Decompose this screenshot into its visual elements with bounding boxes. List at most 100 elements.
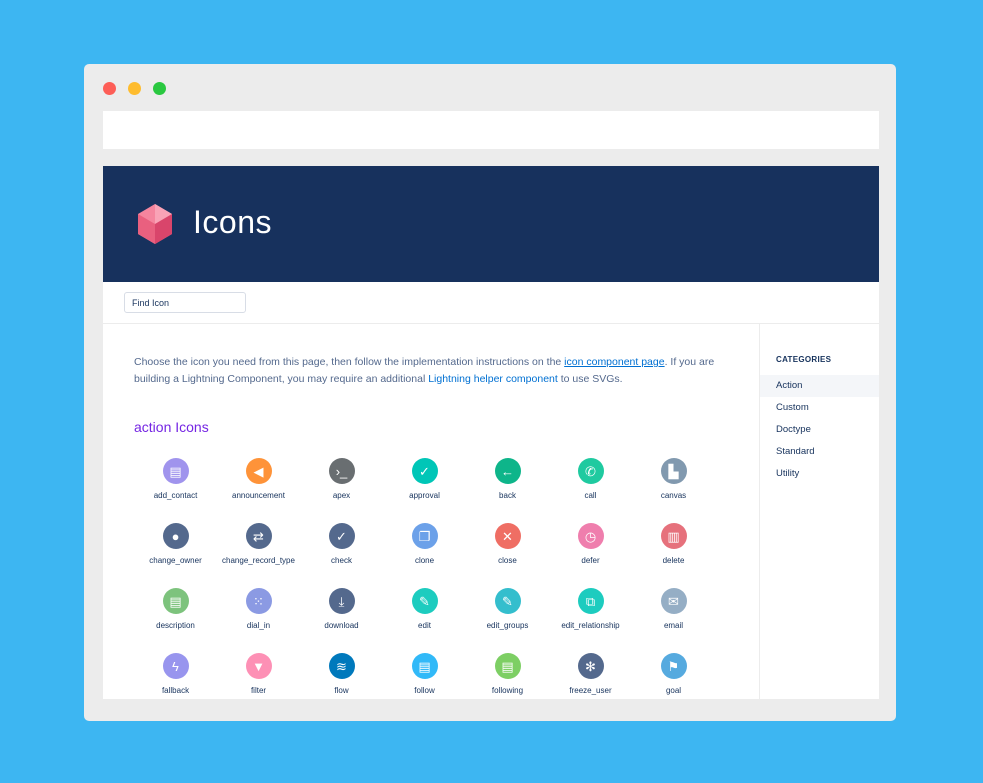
icon-label: canvas [660, 491, 687, 500]
call-icon: ✆ [577, 458, 604, 484]
category-custom[interactable]: Custom [760, 397, 879, 419]
icon-label: change_record_type [222, 556, 295, 565]
icon-label: check [331, 556, 352, 565]
section-title: action Icons [134, 419, 209, 435]
change-owner-icon: ● [162, 523, 189, 549]
page: Icons Choose the icon you need from this… [103, 166, 879, 699]
back-icon: ← [494, 458, 521, 484]
icon-tile-close[interactable]: ✕ close [466, 523, 549, 576]
clone-icon: ❐ [411, 523, 438, 549]
intro-text-before: Choose the icon you need from this page,… [134, 356, 565, 368]
check-icon: ✓ [328, 523, 355, 549]
icon-tile-freeze-user[interactable]: ✻ freeze_user [549, 653, 632, 699]
icon-label: fallback [161, 686, 190, 695]
intro-text-after: to use SVGs. [557, 373, 623, 385]
description-icon: ▤ [162, 588, 189, 614]
icon-tile-filter[interactable]: ▼ filter [217, 653, 300, 699]
icon-tile-email[interactable]: ✉ email [632, 588, 715, 641]
goal-icon: ⚑ [660, 653, 687, 679]
minimize-window-button[interactable] [128, 82, 141, 95]
category-doctype[interactable]: Doctype [760, 419, 879, 441]
edit-groups-icon: ✎ [494, 588, 521, 614]
intro-paragraph: Choose the icon you need from this page,… [134, 354, 734, 388]
icon-tile-check[interactable]: ✓ check [300, 523, 383, 576]
icon-label: call [584, 491, 597, 500]
icon-tile-defer[interactable]: ◷ defer [549, 523, 632, 576]
icon-tile-delete[interactable]: ▥ delete [632, 523, 715, 576]
icon-tile-clone[interactable]: ❐ clone [383, 523, 466, 576]
icon-label: follow [414, 686, 435, 695]
announcement-icon: ◀ [245, 458, 272, 484]
icon-tile-following[interactable]: ▤ following [466, 653, 549, 699]
icon-tile-edit-groups[interactable]: ✎ edit_groups [466, 588, 549, 641]
edit-icon: ✎ [411, 588, 438, 614]
icon-tile-call[interactable]: ✆ call [549, 458, 632, 511]
icon-grid: ▤ add_contact ◀ announcement ›_ apex ✓ approval… [134, 458, 714, 699]
maximize-window-button[interactable] [153, 82, 166, 95]
categories-list: Action Custom Doctype Standard Utility [760, 375, 879, 485]
category-standard[interactable]: Standard [760, 441, 879, 463]
icon-label: apex [332, 491, 351, 500]
categories-heading: CATEGORIES [776, 355, 832, 364]
following-icon: ▤ [494, 653, 521, 679]
icon-label: edit [418, 621, 431, 630]
canvas-icon: ▙ [660, 458, 687, 484]
icon-tile-download[interactable]: ⤓ download [300, 588, 383, 641]
change-record-type-icon: ⇄ [245, 523, 272, 549]
icon-label: following [491, 686, 524, 695]
lightning-design-logo-icon [138, 204, 172, 244]
delete-icon: ▥ [660, 523, 687, 549]
icon-tile-change-record-type[interactable]: ⇄ change_record_type [217, 523, 300, 576]
icon-tile-edit-relationship[interactable]: ⧉ edit_relationship [549, 588, 632, 641]
category-utility[interactable]: Utility [760, 463, 879, 485]
defer-icon: ◷ [577, 523, 604, 549]
lightning-helper-component-link[interactable]: Lightning helper component [428, 373, 558, 385]
find-icon-input[interactable] [124, 292, 246, 313]
filter-icon: ▼ [245, 653, 272, 679]
icon-component-page-link[interactable]: icon component page [564, 356, 664, 368]
icon-label: change_owner [149, 556, 202, 565]
icon-label: add_contact [153, 491, 198, 500]
window-controls [103, 82, 166, 95]
page-header: Icons [103, 166, 879, 282]
apex-icon: ›_ [328, 458, 355, 484]
icon-tile-follow[interactable]: ▤ follow [383, 653, 466, 699]
add-contact-icon: ▤ [162, 458, 189, 484]
icon-label: goal [665, 686, 682, 695]
icon-label: download [324, 621, 359, 630]
icon-label: edit_groups [486, 621, 529, 630]
main-content: Choose the icon you need from this page,… [103, 324, 759, 699]
download-icon: ⤓ [328, 588, 355, 614]
icon-label: description [156, 621, 195, 630]
icon-tile-edit[interactable]: ✎ edit [383, 588, 466, 641]
icon-label: delete [662, 556, 685, 565]
icon-label: flow [334, 686, 349, 695]
close-window-button[interactable] [103, 82, 116, 95]
icon-tile-dial-in[interactable]: ⁙ dial_in [217, 588, 300, 641]
icon-label: freeze_user [569, 686, 612, 695]
icon-tile-canvas[interactable]: ▙ canvas [632, 458, 715, 511]
email-icon: ✉ [660, 588, 687, 614]
category-action[interactable]: Action [760, 375, 879, 397]
icon-label: email [663, 621, 684, 630]
categories-sidebar: CATEGORIES Action Custom Doctype Standard Ut… [759, 324, 879, 699]
icon-tile-fallback[interactable]: ϟ fallback [134, 653, 217, 699]
icon-label: filter [250, 686, 267, 695]
page-title: Icons [193, 204, 272, 240]
icon-tile-change-owner[interactable]: ● change_owner [134, 523, 217, 576]
approval-icon: ✓ [411, 458, 438, 484]
icon-tile-add-contact[interactable]: ▤ add_contact [134, 458, 217, 511]
icon-tile-back[interactable]: ← back [466, 458, 549, 511]
icon-label: announcement [232, 491, 285, 500]
icon-tile-description[interactable]: ▤ description [134, 588, 217, 641]
fallback-icon: ϟ [162, 653, 189, 679]
close-icon: ✕ [494, 523, 521, 549]
icon-label: clone [414, 556, 435, 565]
address-bar[interactable] [103, 111, 879, 149]
icon-tile-apex[interactable]: ›_apex [300, 458, 383, 511]
icon-tile-approval[interactable]: ✓ approval [383, 458, 466, 511]
icon-tile-announcement[interactable]: ◀ announcement [217, 458, 300, 511]
icon-tile-goal[interactable]: ⚑ goal [632, 653, 715, 699]
icon-tile-flow[interactable]: ≋ flow [300, 653, 383, 699]
dial-in-icon: ⁙ [245, 588, 272, 614]
